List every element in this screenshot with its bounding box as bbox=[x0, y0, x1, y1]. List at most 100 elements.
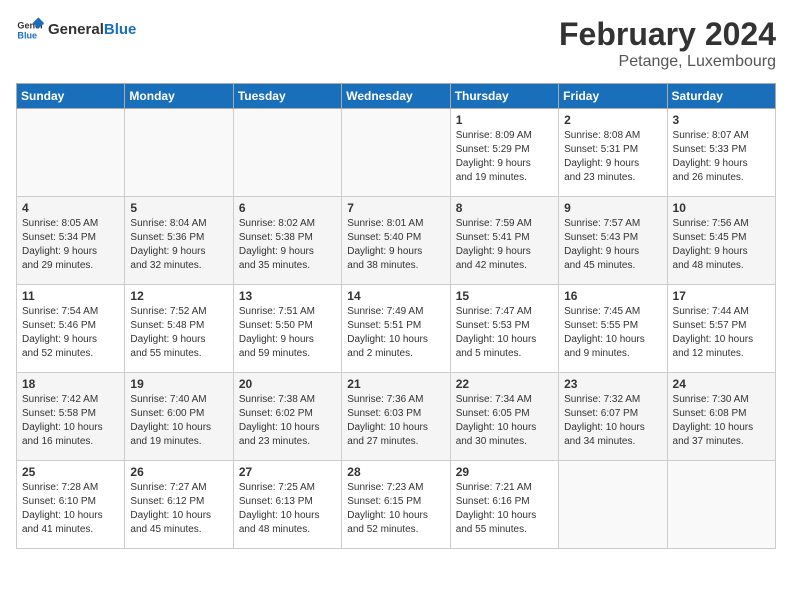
day-number: 3 bbox=[673, 113, 770, 127]
day-info: Sunrise: 7:56 AM Sunset: 5:45 PM Dayligh… bbox=[673, 217, 770, 273]
calendar-table: SundayMondayTuesdayWednesdayThursdayFrid… bbox=[16, 83, 776, 549]
day-info: Sunrise: 8:08 AM Sunset: 5:31 PM Dayligh… bbox=[564, 129, 661, 185]
calendar-body: 1Sunrise: 8:09 AM Sunset: 5:29 PM Daylig… bbox=[17, 109, 776, 549]
calendar-week-row: 18 Sunrise: 7:42 AM Sunset: 5:58 PM Dayli… bbox=[17, 373, 776, 461]
page-header: General Blue GeneralBlue February 2024 P… bbox=[16, 16, 776, 71]
day-info: Sunrise: 7:54 AM Sunset: 5:46 PM Dayligh… bbox=[22, 305, 119, 361]
day-number: 2 bbox=[564, 113, 661, 127]
calendar-day-cell: 20 Sunrise: 7:38 AM Sunset: 6:02 PM Dayli… bbox=[233, 373, 341, 461]
day-number: 25 bbox=[22, 465, 119, 479]
calendar-day-cell: 28 Sunrise: 7:23 AM Sunset: 6:15 PM Dayli… bbox=[342, 461, 450, 549]
day-number: 27 bbox=[239, 465, 336, 479]
weekday-header-cell: Tuesday bbox=[233, 84, 341, 109]
calendar-day-cell: 3 Sunrise: 8:07 AM Sunset: 5:33 PM Daylig… bbox=[667, 109, 775, 197]
calendar-week-row: 25 Sunrise: 7:28 AM Sunset: 6:10 PM Dayli… bbox=[17, 461, 776, 549]
day-info: Sunrise: 7:45 AM Sunset: 5:55 PM Dayligh… bbox=[564, 305, 661, 361]
day-info: Sunrise: 7:57 AM Sunset: 5:43 PM Dayligh… bbox=[564, 217, 661, 273]
calendar-week-row: 4 Sunrise: 8:05 AM Sunset: 5:34 PM Daylig… bbox=[17, 197, 776, 285]
calendar-day-cell: 14 Sunrise: 7:49 AM Sunset: 5:51 PM Dayli… bbox=[342, 285, 450, 373]
day-info: Sunrise: 7:52 AM Sunset: 5:48 PM Dayligh… bbox=[130, 305, 227, 361]
day-number: 11 bbox=[22, 289, 119, 303]
calendar-day-cell: 5 Sunrise: 8:04 AM Sunset: 5:36 PM Daylig… bbox=[125, 197, 233, 285]
calendar-day-cell bbox=[233, 109, 341, 197]
day-info: Sunrise: 8:09 AM Sunset: 5:29 PM Dayligh… bbox=[456, 129, 553, 185]
day-info: Sunrise: 7:49 AM Sunset: 5:51 PM Dayligh… bbox=[347, 305, 444, 361]
calendar-day-cell: 15 Sunrise: 7:47 AM Sunset: 5:53 PM Dayli… bbox=[450, 285, 558, 373]
calendar-day-cell: 29 Sunrise: 7:21 AM Sunset: 6:16 PM Dayli… bbox=[450, 461, 558, 549]
day-info: Sunrise: 7:28 AM Sunset: 6:10 PM Dayligh… bbox=[22, 481, 119, 537]
day-info: Sunrise: 7:27 AM Sunset: 6:12 PM Dayligh… bbox=[130, 481, 227, 537]
logo-blue: Blue bbox=[104, 21, 137, 38]
calendar-day-cell: 17Sunrise: 7:44 AM Sunset: 5:57 PM Dayli… bbox=[667, 285, 775, 373]
calendar-day-cell: 27Sunrise: 7:25 AM Sunset: 6:13 PM Dayli… bbox=[233, 461, 341, 549]
day-info: Sunrise: 8:02 AM Sunset: 5:38 PM Dayligh… bbox=[239, 217, 336, 273]
day-info: Sunrise: 7:44 AM Sunset: 5:57 PM Dayligh… bbox=[673, 305, 770, 361]
day-number: 20 bbox=[239, 377, 336, 391]
day-number: 15 bbox=[456, 289, 553, 303]
day-info: Sunrise: 7:38 AM Sunset: 6:02 PM Dayligh… bbox=[239, 393, 336, 449]
day-info: Sunrise: 7:34 AM Sunset: 6:05 PM Dayligh… bbox=[456, 393, 553, 449]
day-number: 19 bbox=[130, 377, 227, 391]
day-info: Sunrise: 8:05 AM Sunset: 5:34 PM Dayligh… bbox=[22, 217, 119, 273]
calendar-day-cell: 8 Sunrise: 7:59 AM Sunset: 5:41 PM Daylig… bbox=[450, 197, 558, 285]
day-number: 10 bbox=[673, 201, 770, 215]
calendar-day-cell: 23 Sunrise: 7:32 AM Sunset: 6:07 PM Dayli… bbox=[559, 373, 667, 461]
day-info: Sunrise: 7:23 AM Sunset: 6:15 PM Dayligh… bbox=[347, 481, 444, 537]
calendar-day-cell: 7Sunrise: 8:01 AM Sunset: 5:40 PM Daylig… bbox=[342, 197, 450, 285]
calendar-day-cell: 26 Sunrise: 7:27 AM Sunset: 6:12 PM Dayli… bbox=[125, 461, 233, 549]
day-number: 24 bbox=[673, 377, 770, 391]
location-subtitle: Petange, Luxembourg bbox=[559, 53, 776, 71]
day-number: 8 bbox=[456, 201, 553, 215]
calendar-day-cell: 22 Sunrise: 7:34 AM Sunset: 6:05 PM Dayli… bbox=[450, 373, 558, 461]
day-info: Sunrise: 7:40 AM Sunset: 6:00 PM Dayligh… bbox=[130, 393, 227, 449]
calendar-day-cell: 2 Sunrise: 8:08 AM Sunset: 5:31 PM Daylig… bbox=[559, 109, 667, 197]
calendar-day-cell: 9 Sunrise: 7:57 AM Sunset: 5:43 PM Daylig… bbox=[559, 197, 667, 285]
calendar-day-cell: 21 Sunrise: 7:36 AM Sunset: 6:03 PM Dayli… bbox=[342, 373, 450, 461]
day-info: Sunrise: 7:21 AM Sunset: 6:16 PM Dayligh… bbox=[456, 481, 553, 537]
day-number: 16 bbox=[564, 289, 661, 303]
weekday-header-row: SundayMondayTuesdayWednesdayThursdayFrid… bbox=[17, 84, 776, 109]
day-number: 12 bbox=[130, 289, 227, 303]
day-number: 22 bbox=[456, 377, 553, 391]
calendar-day-cell: 6 Sunrise: 8:02 AM Sunset: 5:38 PM Daylig… bbox=[233, 197, 341, 285]
day-number: 18 bbox=[22, 377, 119, 391]
day-info: Sunrise: 7:42 AM Sunset: 5:58 PM Dayligh… bbox=[22, 393, 119, 449]
day-number: 9 bbox=[564, 201, 661, 215]
day-info: Sunrise: 8:04 AM Sunset: 5:36 PM Dayligh… bbox=[130, 217, 227, 273]
calendar-day-cell: 25 Sunrise: 7:28 AM Sunset: 6:10 PM Dayli… bbox=[17, 461, 125, 549]
calendar-day-cell: 4 Sunrise: 8:05 AM Sunset: 5:34 PM Daylig… bbox=[17, 197, 125, 285]
weekday-header-cell: Saturday bbox=[667, 84, 775, 109]
calendar-day-cell: 1Sunrise: 8:09 AM Sunset: 5:29 PM Daylig… bbox=[450, 109, 558, 197]
calendar-day-cell: 16 Sunrise: 7:45 AM Sunset: 5:55 PM Dayli… bbox=[559, 285, 667, 373]
day-info: Sunrise: 7:47 AM Sunset: 5:53 PM Dayligh… bbox=[456, 305, 553, 361]
day-number: 4 bbox=[22, 201, 119, 215]
day-number: 14 bbox=[347, 289, 444, 303]
logo-icon: General Blue bbox=[16, 16, 44, 44]
day-info: Sunrise: 7:32 AM Sunset: 6:07 PM Dayligh… bbox=[564, 393, 661, 449]
day-info: Sunrise: 7:30 AM Sunset: 6:08 PM Dayligh… bbox=[673, 393, 770, 449]
day-number: 28 bbox=[347, 465, 444, 479]
svg-text:Blue: Blue bbox=[17, 30, 37, 40]
calendar-day-cell: 12 Sunrise: 7:52 AM Sunset: 5:48 PM Dayli… bbox=[125, 285, 233, 373]
day-number: 26 bbox=[130, 465, 227, 479]
day-number: 7 bbox=[347, 201, 444, 215]
day-number: 5 bbox=[130, 201, 227, 215]
day-info: Sunrise: 7:59 AM Sunset: 5:41 PM Dayligh… bbox=[456, 217, 553, 273]
calendar-week-row: 11 Sunrise: 7:54 AM Sunset: 5:46 PM Dayli… bbox=[17, 285, 776, 373]
day-number: 29 bbox=[456, 465, 553, 479]
day-number: 6 bbox=[239, 201, 336, 215]
weekday-header-cell: Friday bbox=[559, 84, 667, 109]
calendar-day-cell bbox=[667, 461, 775, 549]
calendar-day-cell bbox=[342, 109, 450, 197]
day-number: 21 bbox=[347, 377, 444, 391]
calendar-day-cell: 11 Sunrise: 7:54 AM Sunset: 5:46 PM Dayli… bbox=[17, 285, 125, 373]
day-info: Sunrise: 7:51 AM Sunset: 5:50 PM Dayligh… bbox=[239, 305, 336, 361]
day-info: Sunrise: 7:36 AM Sunset: 6:03 PM Dayligh… bbox=[347, 393, 444, 449]
day-number: 23 bbox=[564, 377, 661, 391]
weekday-header-cell: Thursday bbox=[450, 84, 558, 109]
logo: General Blue GeneralBlue bbox=[16, 16, 136, 44]
calendar-day-cell: 24 Sunrise: 7:30 AM Sunset: 6:08 PM Dayli… bbox=[667, 373, 775, 461]
day-info: Sunrise: 8:07 AM Sunset: 5:33 PM Dayligh… bbox=[673, 129, 770, 185]
calendar-week-row: 1Sunrise: 8:09 AM Sunset: 5:29 PM Daylig… bbox=[17, 109, 776, 197]
calendar-day-cell: 13Sunrise: 7:51 AM Sunset: 5:50 PM Dayli… bbox=[233, 285, 341, 373]
